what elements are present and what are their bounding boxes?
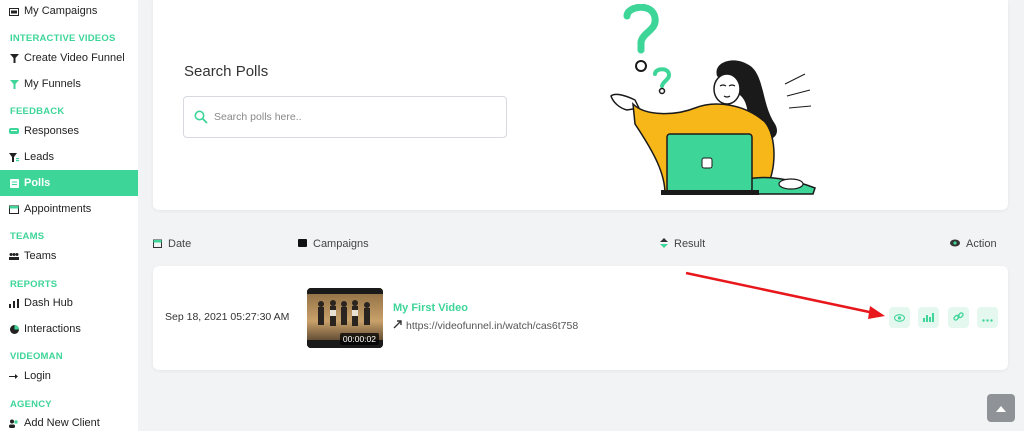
thinking-woman-illustration	[610, 4, 816, 195]
page-title: Search Polls	[184, 63, 269, 80]
sidebar-item-appointments[interactable]: Appointments	[0, 196, 138, 222]
eye-icon	[893, 309, 906, 327]
section-teams: TEAMS	[10, 231, 45, 242]
calendar-icon	[153, 239, 162, 250]
section-feedback: FEEDBACK	[10, 106, 65, 117]
sidebar-item-leads[interactable]: Leads	[0, 144, 138, 170]
sidebar-item-label: Dash Hub	[24, 297, 73, 309]
bar-chart-icon	[923, 309, 934, 327]
sidebar-item-label: Responses	[24, 125, 80, 137]
sidebar-item-teams[interactable]: Teams	[0, 243, 138, 269]
sidebar-item-create-video-funnel[interactable]: Create Video Funnel	[0, 45, 138, 71]
section-reports: REPORTS	[10, 279, 58, 290]
column-header-label: Result	[674, 238, 706, 250]
section-videoman: VIDEOMAN	[10, 351, 63, 362]
column-header-campaigns: Campaigns	[298, 238, 369, 250]
view-button[interactable]	[889, 307, 910, 328]
more-dots-icon	[982, 309, 993, 327]
video-url: https://videofunnel.in/watch/cas6t758	[406, 320, 579, 332]
search-input[interactable]	[214, 111, 494, 123]
section-interactive-videos: INTERACTIVE VIDEOS	[10, 33, 116, 44]
sidebar-item-polls[interactable]: Polls	[0, 170, 138, 196]
column-header-label: Date	[168, 238, 192, 250]
annotation-arrow	[685, 271, 885, 319]
row-date: Sep 18, 2021 05:27:30 AM	[165, 311, 290, 323]
section-agency: AGENCY	[10, 399, 52, 410]
search-icon	[194, 110, 208, 124]
search-card: Search Polls	[153, 0, 1008, 210]
sidebar-item-my-campaigns[interactable]: My Campaigns	[0, 0, 138, 24]
external-link-icon	[393, 320, 402, 332]
sidebar-item-label: My Funnels	[24, 78, 81, 90]
sidebar-item-label: Interactions	[24, 323, 81, 335]
sidebar-item-label: My Campaigns	[24, 5, 98, 17]
sidebar-item-label: Create Video Funnel	[24, 52, 125, 64]
more-options-button[interactable]	[977, 307, 998, 328]
sidebar-item-label: Polls	[24, 177, 51, 189]
sidebar-item-my-funnels[interactable]: My Funnels	[0, 71, 138, 97]
sidebar-item-interactions[interactable]: Interactions	[0, 316, 138, 342]
column-header-result: Result	[660, 238, 705, 250]
sidebar: My Campaigns INTERACTIVE VIDEOS Create V…	[0, 0, 138, 431]
sidebar-item-dash-hub[interactable]: Dash Hub	[0, 290, 138, 316]
login-icon	[9, 371, 19, 381]
column-header-label: Action	[966, 238, 997, 250]
column-header-action: Action	[950, 238, 997, 250]
team-icon	[9, 251, 19, 261]
funnel-icon	[9, 53, 19, 63]
sidebar-item-label: Leads	[24, 151, 54, 163]
video-duration: 00:00:02	[339, 333, 379, 345]
chat-icon	[9, 126, 19, 136]
sidebar-item-label: Login	[24, 370, 51, 382]
video-url-link[interactable]: https://videofunnel.in/watch/cas6t758	[393, 320, 578, 332]
eye-icon	[950, 239, 960, 249]
link-icon	[953, 309, 964, 327]
analytics-button[interactable]	[918, 307, 939, 328]
scroll-to-top-button[interactable]	[987, 394, 1015, 422]
sidebar-item-label: Appointments	[24, 203, 92, 215]
users-icon	[9, 418, 19, 428]
sidebar-item-login[interactable]: Login	[0, 363, 138, 389]
funnel-icon	[9, 79, 19, 89]
pie-icon	[9, 324, 19, 334]
filter-icon	[9, 152, 19, 162]
sidebar-item-label: Add New Client	[24, 417, 100, 429]
list-icon	[9, 178, 19, 188]
camera-icon	[9, 6, 19, 16]
video-thumbnail[interactable]: 00:00:02	[307, 288, 383, 348]
video-icon	[298, 239, 307, 249]
sidebar-item-add-new-client[interactable]: Add New Client	[0, 410, 138, 431]
calendar-icon	[9, 204, 19, 214]
search-box	[183, 96, 507, 138]
column-header-label: Campaigns	[313, 238, 369, 250]
sidebar-item-label: Teams	[24, 250, 57, 262]
caret-up-icon	[996, 399, 1006, 417]
copy-link-button[interactable]	[948, 307, 969, 328]
video-title-link[interactable]: My First Video	[393, 302, 468, 314]
sort-icon	[660, 238, 668, 250]
column-header-date: Date	[153, 238, 191, 250]
sidebar-item-responses[interactable]: Responses	[0, 118, 138, 144]
bars-icon	[9, 298, 19, 308]
